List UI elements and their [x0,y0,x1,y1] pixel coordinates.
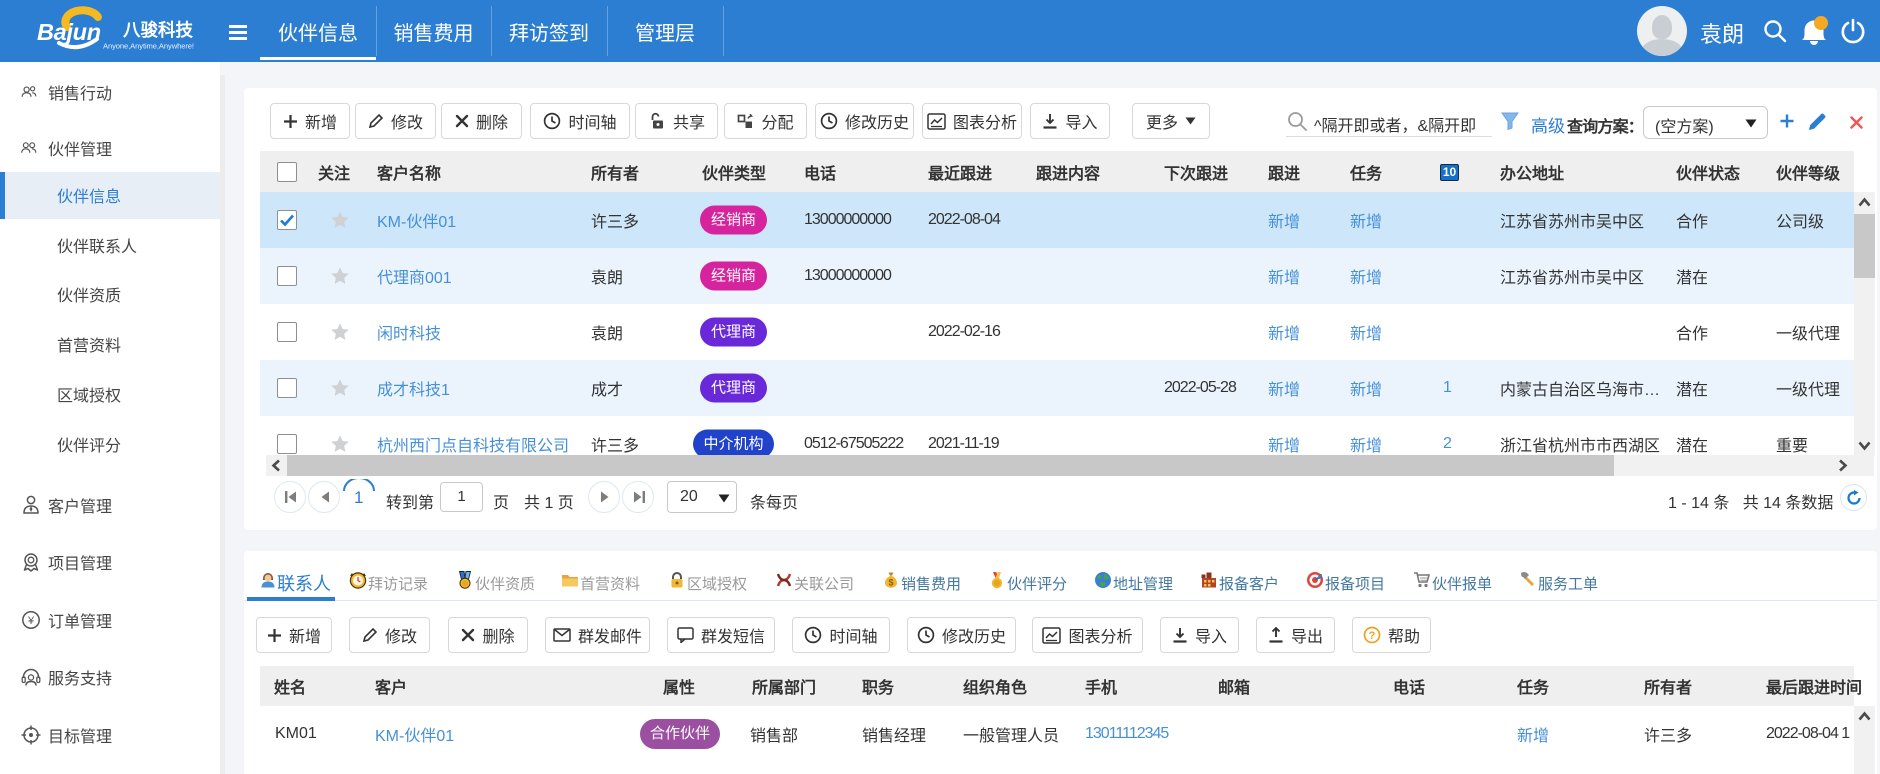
svg-text:¥: ¥ [27,615,35,627]
svg-text:Anyone,Anytime,Anywhere!: Anyone,Anytime,Anywhere! [103,42,194,51]
svg-text:$: $ [888,578,893,588]
svg-text:八骏科技: 八骏科技 [123,20,193,40]
svg-text:Bajun: Bajun [37,19,101,45]
svg-text:?: ? [1369,630,1376,642]
